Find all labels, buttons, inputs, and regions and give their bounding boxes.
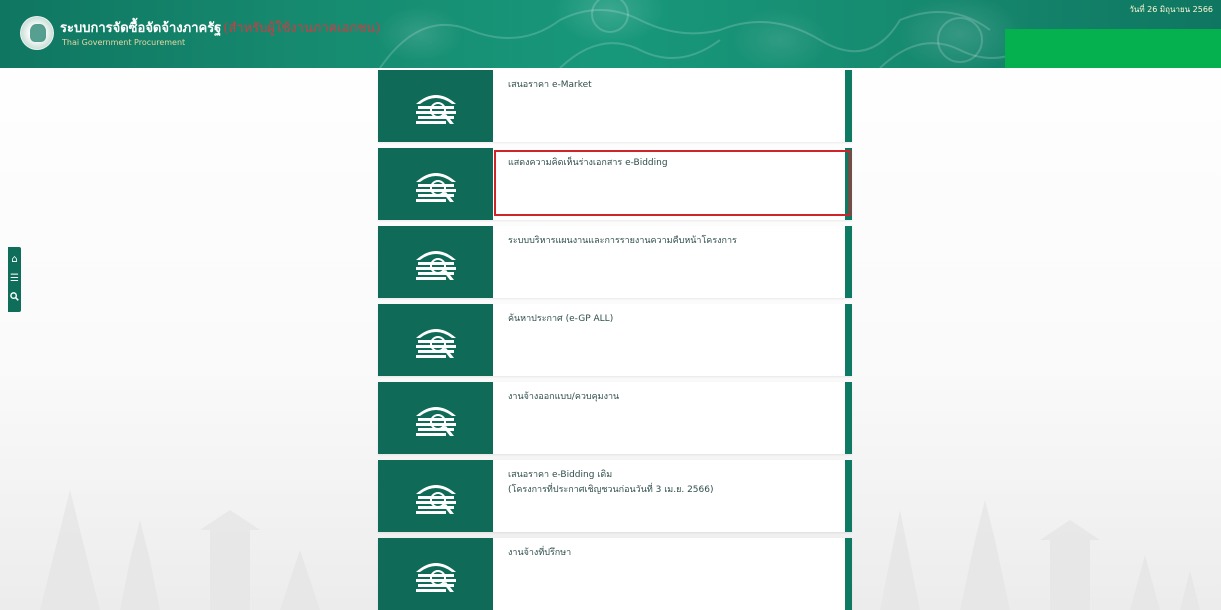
menu-item-consultant[interactable]: งานจ้างที่ปรึกษา — [378, 538, 852, 610]
menu-icon-box — [378, 460, 493, 532]
site-subtitle: Thai Government Procurement — [62, 38, 186, 47]
side-toolbar: ⌂ ☰ — [8, 247, 21, 312]
menu-item-e-bidding-legacy[interactable]: เสนอราคา e-Bidding เดิม (โครงการที่ประกา… — [378, 460, 852, 532]
menu-item-design-supervision[interactable]: งานจ้างออกแบบ/ควบคุมงาน — [378, 382, 852, 454]
menu-item-accent-bar — [845, 70, 852, 142]
menu-icon-box — [378, 70, 493, 142]
menu-icon[interactable]: ☰ — [10, 273, 19, 285]
egp-logo-icon — [415, 251, 456, 280]
menu-icon-box — [378, 538, 493, 610]
menu-item-label: งานจ้างที่ปรึกษา — [508, 548, 572, 558]
menu-item-accent-bar — [845, 382, 852, 454]
menu-item-accent-bar — [845, 304, 852, 376]
menu-icon-box — [378, 226, 493, 298]
egp-logo-icon — [415, 485, 456, 514]
menu-item-e-bidding-comment[interactable]: แสดงความคิดเห็นร่างเอกสาร e-Bidding — [378, 148, 852, 220]
menu-item-search-announcement[interactable]: ค้นหาประกาศ (e-GP ALL) — [378, 304, 852, 376]
menu-item-accent-bar — [845, 460, 852, 532]
site-title-text: ระบบการจัดซื้อจัดจ้างภาครัฐ — [60, 21, 222, 36]
menu-item-label: ค้นหาประกาศ (e-GP ALL) — [508, 314, 614, 324]
menu-item-label: ระบบบริหารแผนงานและการรายงานความคืบหน้าโ… — [508, 236, 737, 246]
menu-icon-box — [378, 304, 493, 376]
site-title-suffix: (สำหรับผู้ใช้งานภาคเอกชน) — [223, 21, 381, 36]
menu-item-label: แสดงความคิดเห็นร่างเอกสาร e-Bidding — [508, 158, 668, 168]
egp-logo-icon — [415, 407, 456, 436]
menu-icon-box — [378, 148, 493, 220]
egp-logo-icon — [415, 173, 456, 202]
menu-item-label: เสนอราคา e-Market — [508, 80, 592, 90]
menu-item-accent-bar — [845, 148, 852, 220]
search-icon[interactable] — [10, 291, 19, 305]
menu-item-accent-bar — [845, 538, 852, 610]
menu-item-label: งานจ้างออกแบบ/ควบคุมงาน — [508, 392, 620, 402]
menu-item-accent-bar — [845, 226, 852, 298]
redaction-overlay — [1005, 29, 1221, 68]
service-menu: เสนอราคา e-Market แสดงความคิดเห็นร่างเอก… — [378, 70, 852, 610]
egp-logo-icon — [415, 95, 456, 124]
menu-item-e-market[interactable]: เสนอราคา e-Market — [378, 70, 852, 142]
header-date: วันที่ 26 มิถุนายน 2566 — [1129, 5, 1213, 14]
egp-logo-icon — [415, 329, 456, 358]
menu-item-label: เสนอราคา e-Bidding เดิม (โครงการที่ประกา… — [508, 470, 714, 495]
menu-item-project-planning[interactable]: ระบบบริหารแผนงานและการรายงานความคืบหน้าโ… — [378, 226, 852, 298]
site-title[interactable]: ระบบการจัดซื้อจัดจ้างภาครัฐ (สำหรับผู้ใช้… — [60, 17, 380, 38]
home-icon[interactable]: ⌂ — [11, 254, 17, 266]
garuda-emblem-icon[interactable] — [20, 16, 54, 50]
menu-icon-box — [378, 382, 493, 454]
egp-logo-icon — [415, 563, 456, 592]
